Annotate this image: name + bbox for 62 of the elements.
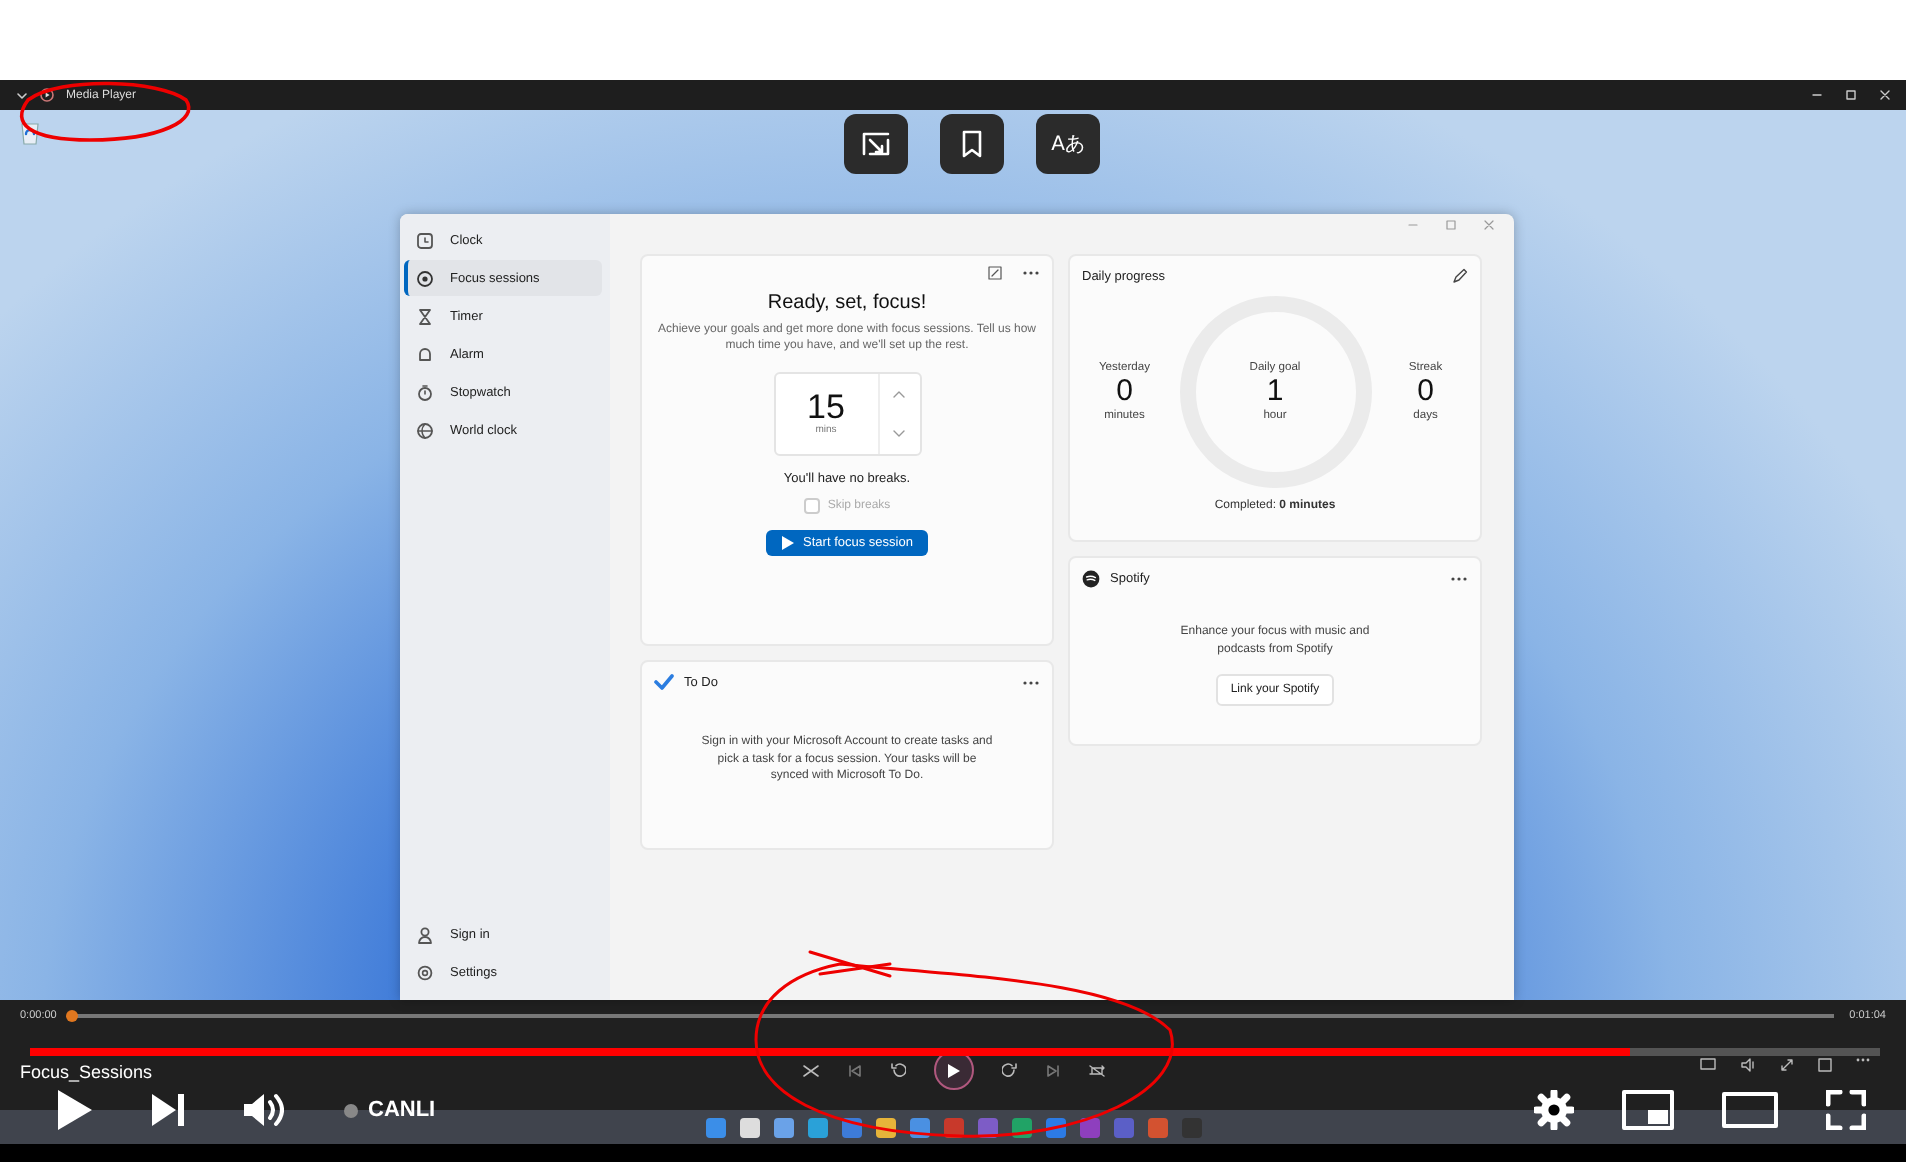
volume-icon — [244, 1092, 284, 1128]
pencil-icon[interactable] — [1452, 268, 1468, 284]
miniplayer-icon — [1622, 1090, 1674, 1130]
fullscreen-button[interactable] — [1826, 1090, 1866, 1130]
clock-icon — [416, 231, 434, 249]
play-icon — [947, 1063, 959, 1077]
shuffle-icon[interactable] — [801, 1063, 819, 1077]
next-icon[interactable] — [1045, 1063, 1059, 1077]
fast-forward-icon[interactable] — [1001, 1062, 1017, 1078]
minimize-icon[interactable] — [1812, 90, 1822, 100]
select-region-button[interactable] — [844, 114, 908, 174]
more-icon[interactable] — [1022, 679, 1040, 685]
bell-icon — [416, 345, 434, 363]
theater-mode-button[interactable] — [1722, 1092, 1778, 1128]
play-circle-icon — [40, 88, 54, 102]
repeat-icon[interactable] — [1087, 1063, 1105, 1077]
chevron-up-icon — [892, 389, 906, 398]
play-icon — [781, 535, 794, 550]
captions-icon[interactable] — [1700, 1058, 1716, 1070]
next-icon — [152, 1094, 184, 1126]
more-icon[interactable] — [1022, 270, 1040, 276]
video-title: Focus_Sessions — [20, 1062, 153, 1082]
mini-view-icon[interactable] — [1818, 1058, 1832, 1072]
chevron-down-icon — [892, 429, 906, 438]
chevron-icon — [16, 91, 28, 99]
person-icon — [416, 925, 434, 943]
bookmark-button[interactable] — [940, 114, 1004, 174]
previous-icon[interactable] — [847, 1063, 861, 1077]
maximize-icon[interactable] — [1846, 90, 1856, 100]
fullscreen-icon — [1826, 1090, 1866, 1130]
expand-icon[interactable] — [1780, 1058, 1794, 1072]
hourglass-icon — [416, 307, 434, 325]
checkmark-icon — [654, 674, 674, 690]
translate-button[interactable]: Aあ — [1036, 114, 1100, 174]
stat-value: 0 — [1417, 376, 1434, 408]
hand-drawn-cross — [808, 950, 892, 978]
miniplayer-button[interactable] — [1622, 1090, 1674, 1130]
close-icon[interactable] — [1880, 90, 1890, 100]
stat-value: 1 — [1266, 376, 1284, 408]
minutes-value: 15 — [807, 390, 845, 425]
live-label: CANLI — [368, 1098, 436, 1122]
rewind-icon[interactable] — [889, 1062, 905, 1078]
theater-icon — [1722, 1092, 1778, 1128]
select-region-icon — [860, 130, 892, 158]
volume-icon[interactable] — [1740, 1058, 1756, 1072]
bookmark-icon — [962, 130, 982, 158]
play-button[interactable] — [56, 1090, 92, 1130]
next-button[interactable] — [152, 1094, 184, 1126]
seek-thumb[interactable] — [66, 1010, 79, 1022]
compact-view-icon[interactable] — [988, 266, 1002, 280]
play-icon — [56, 1090, 92, 1130]
more-icon[interactable] — [1450, 576, 1468, 582]
settings-button[interactable] — [1534, 1090, 1574, 1130]
globe-icon — [416, 421, 434, 439]
settings-icon — [416, 963, 434, 981]
card-title: Ready, set, focus! — [767, 292, 927, 314]
focus-icon — [416, 269, 434, 287]
spotify-logo-icon — [1082, 570, 1100, 588]
stopwatch-icon — [416, 383, 434, 401]
stat-value: 0 — [1116, 376, 1133, 408]
volume-button[interactable] — [244, 1092, 284, 1128]
settings-icon — [1534, 1090, 1574, 1130]
